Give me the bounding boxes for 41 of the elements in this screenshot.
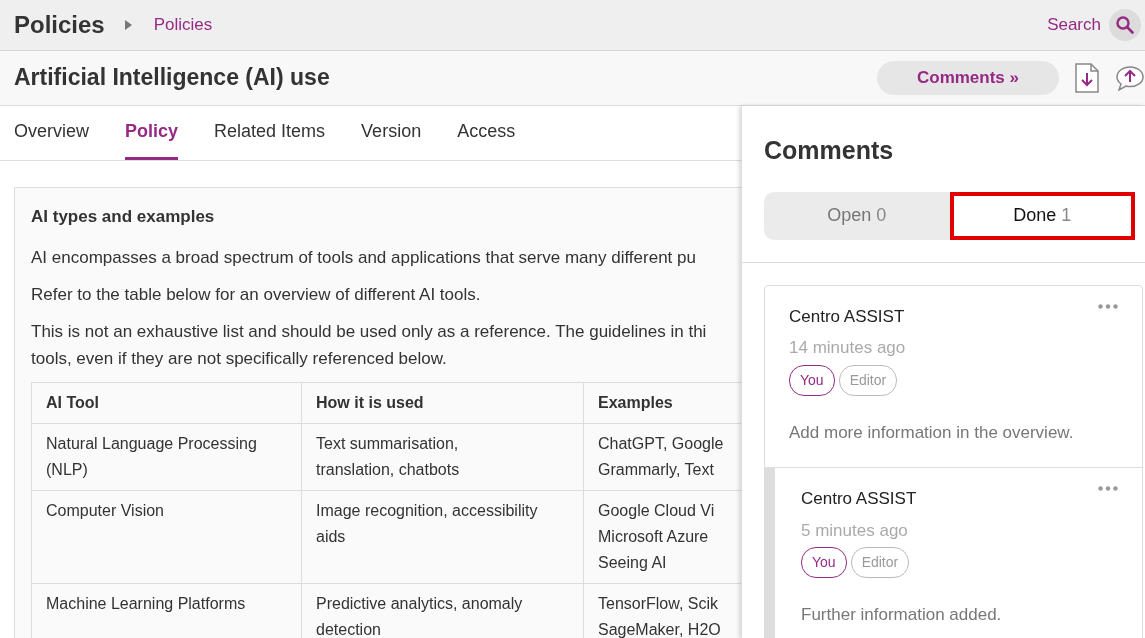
tag: You (789, 364, 835, 396)
search-button[interactable] (1109, 9, 1141, 41)
comment-author: Centro ASSIST (801, 488, 917, 510)
table-cell: Natural Language Processing (NLP) (31, 423, 302, 490)
comment-author: Centro ASSIST (789, 305, 905, 328)
tab[interactable]: Access (457, 106, 516, 160)
download-icon[interactable] (1075, 63, 1099, 93)
panel-title: Comments (764, 135, 895, 166)
more-icon[interactable] (1098, 486, 1118, 491)
tag: Editor (838, 364, 898, 396)
table-cell: Text summarisation, translation, chatbots (301, 423, 584, 490)
breadcrumb-link[interactable]: Policies (153, 12, 213, 38)
search-icon (1116, 16, 1134, 34)
search-link[interactable]: Search (1047, 12, 1101, 38)
comment-text: Add more information in the overview. (789, 421, 1075, 444)
filter-tab[interactable]: Open 0 (764, 191, 950, 240)
section-heading: AI types and examples (31, 206, 216, 228)
tab[interactable]: Policy (125, 106, 179, 160)
comment-text: Further information added. (801, 604, 1003, 626)
column-header: AI Tool (31, 382, 302, 423)
tab[interactable]: Related Items (214, 106, 326, 160)
comment-time: 14 minutes ago (789, 337, 907, 359)
app-title: Policies (14, 10, 105, 40)
paragraph: AI encompasses a broad spectrum of tools and applications that serve many different pu (31, 246, 697, 269)
table-cell: Computer Vision (31, 490, 302, 583)
tab[interactable]: Overview (14, 106, 89, 160)
paragraph: Refer to the table below for an overview of different AI tools. (31, 283, 482, 306)
more-icon[interactable] (1098, 303, 1118, 309)
tag: Editor (850, 547, 910, 578)
column-header: How it is used (301, 382, 584, 423)
tab[interactable]: Version (361, 106, 422, 160)
upload-comment-icon[interactable] (1115, 65, 1145, 91)
comments-button[interactable]: Comments » (877, 61, 1059, 95)
tag: You (801, 547, 847, 578)
table-cell: Image recognition, accessibility aids (301, 490, 584, 583)
filter-tab[interactable]: Done 1 (949, 191, 1135, 240)
page-title: Artificial Intelligence (AI) use (14, 64, 330, 92)
table-cell: Machine Learning Platforms (31, 583, 302, 638)
comment-time: 5 minutes ago (801, 519, 909, 542)
paragraph: This is not an exhaustive list and should be used only as a reference. The guidelines in thi tools, even if they are not specifically referenced below. (31, 320, 708, 370)
caret-icon (124, 20, 132, 30)
